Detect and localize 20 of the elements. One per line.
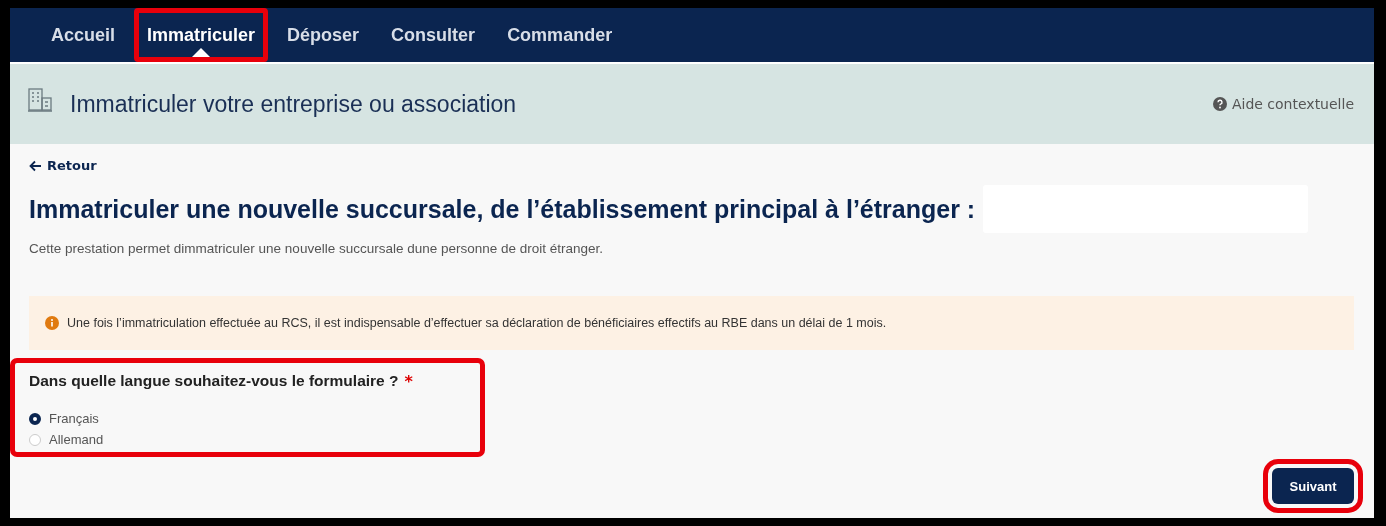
nav-tab[interactable]: Déposer xyxy=(274,8,373,62)
alert-text: Une fois l’immatriculation effectuée au RCS, il est indispensable d’effectuer sa déclaration de bénéficiaires effectifs au RBE dans un délai de 1 mois. xyxy=(67,316,887,330)
nav-tab[interactable]: Consulter xyxy=(378,8,489,62)
question-label: Dans quelle langue souhaitez-vous le formulaire ? xyxy=(29,372,399,391)
help-icon xyxy=(1212,97,1227,111)
radio-option[interactable]: Allemand xyxy=(29,432,469,447)
required-mark: * xyxy=(404,372,413,391)
back-link[interactable]: Retour xyxy=(29,158,1354,173)
nav-tab[interactable]: Commander xyxy=(494,8,626,62)
info-icon xyxy=(45,316,59,330)
radio-option[interactable]: Français xyxy=(29,411,469,426)
description-text: Cette prestation permet dimmatriculer une nouvelle succursale dune personne de droit étranger. xyxy=(29,241,605,256)
help-link[interactable]: Aide contextuelle xyxy=(1212,96,1354,112)
nav-tab[interactable]: Immatriculer xyxy=(134,8,269,62)
nav-tab[interactable]: Accueil xyxy=(38,8,129,62)
building-icon xyxy=(27,87,53,113)
header-title: Immatriculer votre entreprise ou association xyxy=(70,90,518,118)
radio-button[interactable] xyxy=(29,412,41,425)
page-title: Immatriculer une nouvelle succursale, de l’établissement principal à l’étranger : xyxy=(29,194,976,224)
arrow-left-icon xyxy=(29,159,42,172)
